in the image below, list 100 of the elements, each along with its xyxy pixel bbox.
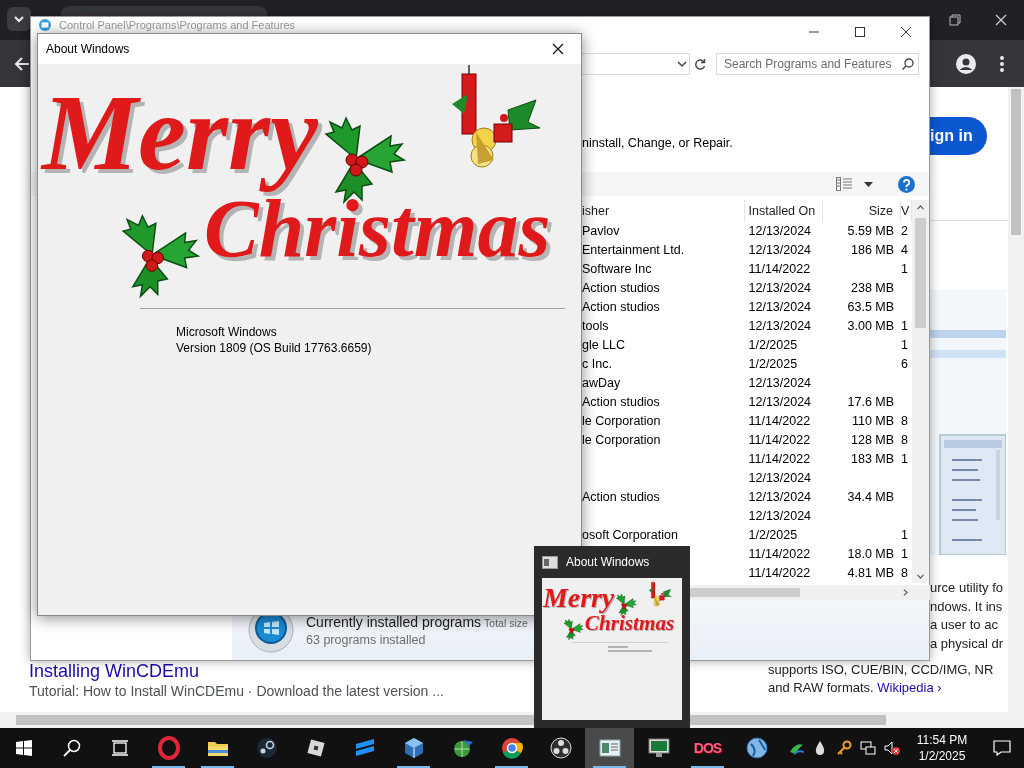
- scroll-thumb[interactable]: [1011, 89, 1021, 235]
- sign-in-button[interactable]: ign in: [930, 117, 987, 155]
- windows-logo-icon: [16, 740, 32, 756]
- table-cell: Action studios: [582, 395, 660, 409]
- column-header[interactable]: Size: [823, 200, 902, 222]
- table-cell: 17.6 MB: [847, 395, 895, 409]
- table-cell: 183 MB: [851, 452, 895, 466]
- help-icon: [897, 175, 915, 193]
- description-text: ndows. It ins: [930, 597, 1003, 616]
- table-cell: le Corporation: [582, 433, 661, 447]
- table-cell: 12/13/2024: [748, 509, 812, 523]
- restore-icon: [949, 14, 961, 26]
- table-cell: 11/14/2022: [748, 414, 811, 428]
- key-icon: [836, 740, 852, 756]
- table-cell: Action studios: [582, 490, 660, 504]
- scroll-down-icon: [916, 574, 926, 579]
- window-icon: [597, 736, 622, 760]
- table-cell: le Corporation: [582, 414, 661, 428]
- table-cell: 12/13/2024: [748, 300, 812, 314]
- speech-bubble-icon: [993, 740, 1011, 756]
- candle-drawing: [647, 580, 673, 608]
- search-field[interactable]: Search Programs and Features: [716, 52, 919, 75]
- table-cell: 6: [901, 357, 909, 371]
- table-cell: 1: [901, 338, 909, 352]
- table-cell: 1/2/2025: [748, 357, 798, 371]
- tricolor-circle-icon: [499, 736, 524, 760]
- table-cell: 11/14/2022: [748, 262, 811, 276]
- task-view-icon: [111, 740, 129, 756]
- result-title-link[interactable]: Installing WinCDEmu: [29, 661, 200, 682]
- vertical-scrollbar[interactable]: [1008, 87, 1024, 712]
- table-cell: Entertainment Ltd.: [582, 243, 685, 257]
- column-header[interactable]: Installed On: [744, 200, 824, 222]
- search-icon: [902, 57, 914, 70]
- table-cell: 12/13/2024: [748, 224, 812, 238]
- table-cell: 8: [901, 414, 909, 428]
- wikipedia-link[interactable]: Wikipedia ›: [877, 680, 942, 695]
- more-dots-icon: [1000, 55, 1004, 72]
- chevron-down-icon: [677, 58, 687, 69]
- table-cell: 12/13/2024: [748, 376, 812, 390]
- description-text: supports ISO, CUE/BIN, CCD/IMG, NR: [768, 661, 994, 679]
- table-cell: 63.5 MB: [847, 300, 895, 314]
- back-arrow-icon: [14, 55, 30, 72]
- table-cell: 1/2/2025: [748, 338, 798, 352]
- version-text: Version 1809 (OS Build 17763.6659): [176, 340, 373, 356]
- aperture-icon: [548, 736, 573, 760]
- dialog-title: About Windows: [46, 42, 131, 56]
- preview-title: About Windows: [566, 555, 650, 569]
- taskbar-app-button[interactable]: [585, 728, 634, 768]
- table-cell: 12/13/2024: [748, 395, 812, 409]
- close-icon: [552, 43, 564, 55]
- table-cell: 12/13/2024: [748, 243, 812, 257]
- total-size-label: Total size: [484, 616, 528, 629]
- taskbar-app-button[interactable]: DOS: [683, 728, 732, 768]
- scroll-thumb[interactable]: [915, 218, 927, 328]
- scroll-up-icon: [916, 205, 926, 210]
- globe-icon: [744, 736, 769, 760]
- network-icon: [860, 740, 876, 756]
- table-cell: 2: [901, 224, 909, 238]
- table-cell: 128 MB: [851, 433, 895, 447]
- table-cell: 4: [901, 243, 909, 257]
- description-text: and RAW formats. Wikipedia ›: [768, 679, 942, 697]
- refresh-icon: [694, 57, 706, 70]
- control-panel-icon: [39, 19, 51, 31]
- table-cell: 4.81 MB: [847, 566, 895, 580]
- table-cell: 238 MB: [851, 281, 895, 295]
- table-cell: 1: [901, 452, 909, 466]
- details-view-icon: [836, 177, 852, 191]
- table-cell: 12/13/2024: [748, 319, 812, 333]
- scroll-right-icon: [903, 588, 908, 597]
- result-snippet: Tutorial: How to Install WinCDEmu · Download the latest version ...: [29, 683, 444, 699]
- table-cell: 11/14/2022: [748, 452, 811, 466]
- table-cell: 186 MB: [851, 243, 895, 257]
- search-icon: [63, 739, 81, 757]
- vertical-scrollbar[interactable]: [912, 200, 929, 583]
- table-cell: c Inc.: [582, 357, 612, 371]
- table-cell: 1: [901, 319, 909, 333]
- maximize-icon: [855, 27, 865, 37]
- close-icon: [995, 14, 1007, 26]
- table-cell: awDay: [582, 376, 621, 390]
- help-button[interactable]: [897, 175, 915, 193]
- person-icon: [956, 53, 976, 74]
- table-cell: 8: [901, 566, 909, 580]
- product-name: Microsoft Windows: [176, 324, 278, 340]
- table-cell: 11/14/2022: [748, 433, 811, 447]
- table-cell: 1: [901, 547, 909, 561]
- table-cell: 1: [901, 528, 909, 542]
- table-cell: 12/13/2024: [748, 490, 812, 504]
- table-cell: 1: [901, 262, 909, 276]
- window-title: Control Panel\Programs\Programs and Features: [59, 19, 296, 31]
- table-cell: tools: [582, 319, 609, 333]
- table-cell: Action studios: [582, 300, 660, 314]
- clock[interactable]: 11:54 PM 1/2/2025: [904, 728, 980, 768]
- table-cell: 8: [901, 433, 909, 447]
- table-cell: 18.0 MB: [847, 547, 895, 561]
- table-cell: Action studios: [582, 281, 660, 295]
- tab-search-button[interactable]: [7, 7, 31, 31]
- ring-icon: [156, 736, 181, 760]
- table-cell: 1/2/2025: [748, 528, 798, 542]
- view-button[interactable]: [835, 175, 853, 193]
- program-count: 63 programs installed: [306, 632, 427, 647]
